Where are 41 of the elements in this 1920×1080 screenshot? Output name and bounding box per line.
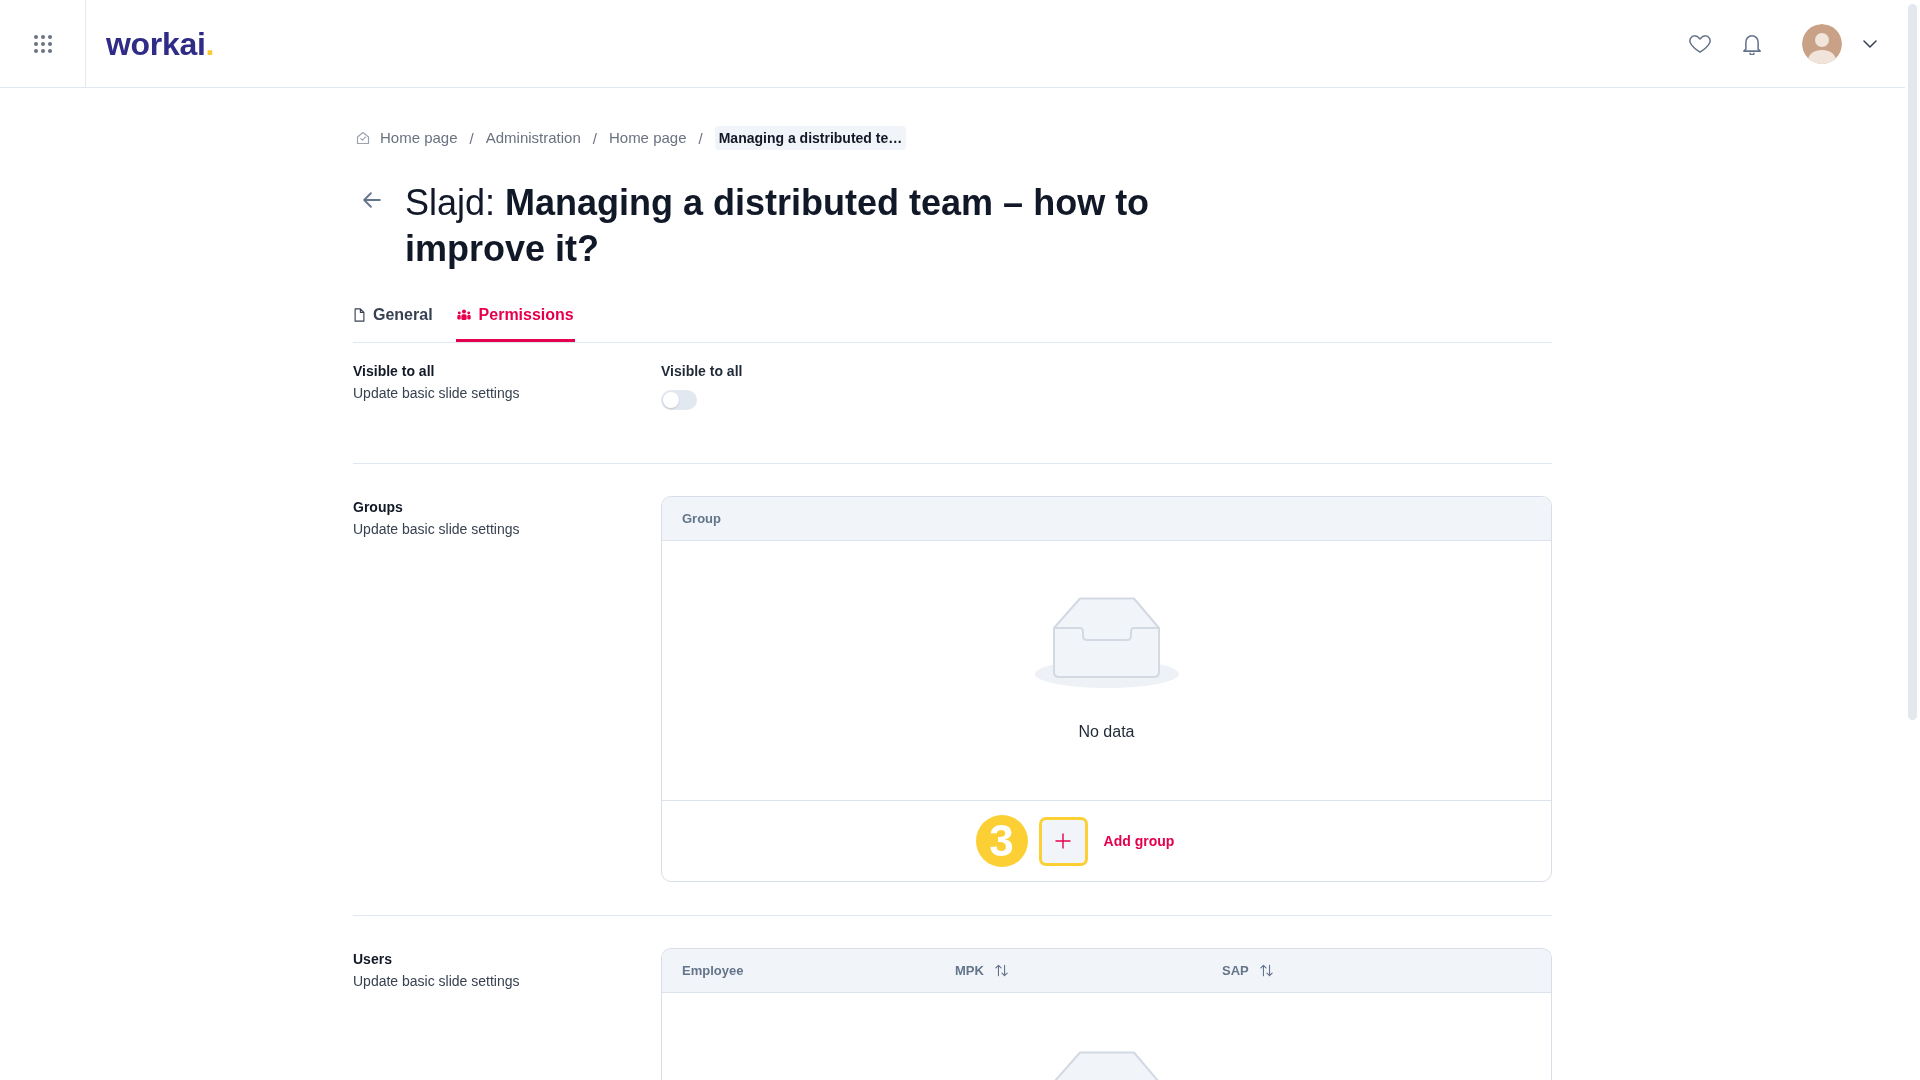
document-icon [354,308,365,322]
breadcrumb-link[interactable]: Home page [356,128,458,148]
section-description: Update basic slide settings [353,384,520,403]
chevron-down-icon[interactable] [1863,39,1877,48]
section-title: Groups [353,498,403,516]
section-description: Update basic slide settings [353,520,520,539]
breadcrumb-link[interactable]: Home page [608,128,687,148]
toggle-label: Visible to all [661,362,743,380]
toggle-switch[interactable] [661,390,697,410]
page-title: Slajd: Managing a distributed team – how to improve it? [405,181,1151,271]
breadcrumb-separator: / [469,129,474,147]
scrollbar-thumb[interactable] [1908,4,1917,720]
breadcrumb-separator: / [592,129,597,147]
back-arrow-icon[interactable] [363,192,381,208]
empty-state-text: No data [1078,722,1135,742]
breadcrumb-separator: / [698,129,703,147]
bell-icon[interactable] [1743,32,1761,55]
logo[interactable]: workai. [106,23,215,64]
people-icon [456,309,471,321]
column-header: Employee [682,962,744,979]
sort-icon[interactable] [1259,964,1273,977]
breadcrumb-current: Managing a distributed te… [714,126,907,150]
apps-grid-icon[interactable] [33,34,52,53]
home-icon [356,131,370,145]
step-marker: 3 [975,815,1028,867]
breadcrumb-link[interactable]: Administration [485,128,581,148]
add-group-link[interactable]: Add group [1103,832,1175,850]
column-header[interactable]: MPK [955,962,1008,979]
plus-icon [1055,833,1072,849]
column-header[interactable]: SAP [1222,962,1273,979]
empty-tray-icon [1034,597,1179,688]
section-title: Users [353,950,392,968]
section-description: Update basic slide settings [353,972,520,991]
add-button[interactable] [1038,816,1088,866]
heart-icon[interactable] [1689,34,1711,53]
tab[interactable]: Permissions [455,305,575,342]
column-header: Group [682,510,721,527]
avatar-icon[interactable] [1802,23,1842,64]
section-title: Visible to all [353,362,435,380]
sort-icon[interactable] [994,964,1008,977]
tab[interactable]: General [353,305,434,342]
